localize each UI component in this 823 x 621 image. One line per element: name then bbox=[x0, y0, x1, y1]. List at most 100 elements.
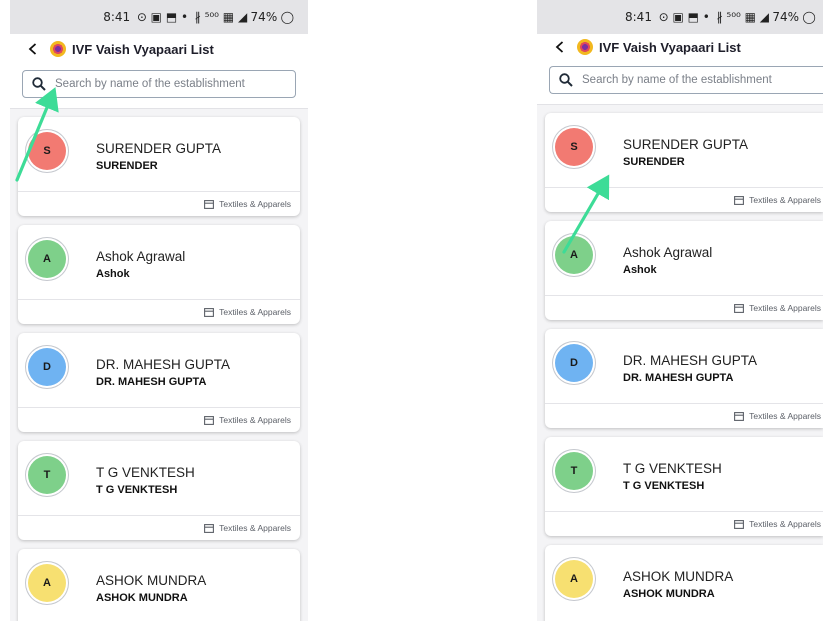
card-footer: Textiles & Apparels bbox=[545, 187, 823, 212]
owner-name: ASHOK MUNDRA bbox=[96, 592, 188, 604]
merchant-list: S SURENDER GUPTA SURENDER Textiles & App… bbox=[10, 109, 308, 621]
network-icons: ∦ ⁵⁰⁰ ▦ ◢ bbox=[716, 10, 770, 24]
search-icon bbox=[559, 73, 573, 87]
card-body: A Ashok Agrawal Ashok bbox=[545, 221, 823, 295]
category-label: Textiles & Apparels bbox=[749, 195, 821, 205]
merchant-list: S SURENDER GUPTA SURENDER Textiles & App… bbox=[537, 105, 823, 621]
avatar: S bbox=[555, 128, 593, 166]
merchant-name: T G VENKTESH bbox=[623, 461, 722, 476]
card-footer: Textiles & Apparels bbox=[545, 511, 823, 536]
merchant-name: ASHOK MUNDRA bbox=[96, 573, 207, 588]
owner-name: T G VENKTESH bbox=[96, 484, 178, 496]
phone-screen-left: 8:41 ⊙ ▣ ⬒ • ∦ ⁵⁰⁰ ▦ ◢ 74% ◯ IVF Vaish V… bbox=[10, 0, 308, 621]
owner-name: ASHOK MUNDRA bbox=[623, 588, 715, 600]
merchant-name: DR. MAHESH GUPTA bbox=[96, 357, 231, 372]
avatar: D bbox=[28, 348, 66, 386]
network-icons: ∦ ⁵⁰⁰ ▦ ◢ bbox=[194, 10, 248, 24]
avatar: A bbox=[28, 240, 66, 278]
merchant-card[interactable]: T T G VENKTESH T G VENKTESH Textiles & A… bbox=[18, 441, 300, 540]
merchant-card[interactable]: A ASHOK MUNDRA ASHOK MUNDRA bbox=[545, 545, 823, 621]
avatar-initial: S bbox=[570, 141, 578, 153]
card-body: A Ashok Agrawal Ashok bbox=[18, 225, 300, 299]
merchant-card[interactable]: S SURENDER GUPTA SURENDER Textiles & App… bbox=[545, 113, 823, 212]
back-arrow-icon[interactable] bbox=[22, 38, 44, 60]
merchant-card[interactable]: S SURENDER GUPTA SURENDER Textiles & App… bbox=[18, 117, 300, 216]
card-body: T T G VENKTESH T G VENKTESH bbox=[18, 441, 300, 515]
back-arrow-icon[interactable] bbox=[549, 36, 571, 58]
avatar: A bbox=[28, 564, 66, 602]
merchant-card[interactable]: T T G VENKTESH T G VENKTESH Textiles & A… bbox=[545, 437, 823, 536]
notification-icons: ⊙ ▣ ⬒ • bbox=[658, 10, 710, 24]
card-body: A ASHOK MUNDRA ASHOK MUNDRA bbox=[545, 545, 823, 619]
search-input[interactable] bbox=[55, 78, 295, 90]
avatar: S bbox=[28, 132, 66, 170]
page-title: IVF Vaish Vyapaari List bbox=[599, 39, 741, 55]
merchant-name: T G VENKTESH bbox=[96, 465, 195, 480]
owner-name: Ashok bbox=[623, 264, 657, 276]
status-time: 8:41 bbox=[625, 10, 652, 24]
status-bar: 8:41 ⊙ ▣ ⬒ • ∦ ⁵⁰⁰ ▦ ◢ 74% ◯ bbox=[10, 0, 308, 34]
search-container bbox=[537, 60, 823, 105]
avatar-initial: T bbox=[43, 469, 51, 481]
merchant-name: Ashok Agrawal bbox=[623, 245, 713, 260]
avatar-initial: T bbox=[570, 465, 578, 477]
card-body: A ASHOK MUNDRA ASHOK MUNDRA bbox=[18, 549, 300, 621]
merchant-name: SURENDER GUPTA bbox=[623, 137, 749, 152]
avatar: T bbox=[555, 452, 593, 490]
card-footer: Textiles & Apparels bbox=[18, 407, 300, 432]
category-label: Textiles & Apparels bbox=[219, 523, 291, 533]
merchant-name: DR. MAHESH GUPTA bbox=[623, 353, 758, 368]
owner-name: SURENDER bbox=[96, 160, 158, 172]
card-body: D DR. MAHESH GUPTA DR. MAHESH GUPTA bbox=[545, 329, 823, 403]
card-body: T T G VENKTESH T G VENKTESH bbox=[545, 437, 823, 511]
avatar-initial: D bbox=[43, 361, 51, 373]
merchant-card[interactable]: A Ashok Agrawal Ashok Textiles & Apparel… bbox=[18, 225, 300, 324]
card-body: S SURENDER GUPTA SURENDER bbox=[18, 117, 300, 191]
battery-icon: ◯ bbox=[280, 10, 294, 24]
avatar-initial: D bbox=[570, 357, 578, 369]
card-footer: Textiles & Apparels bbox=[545, 295, 823, 320]
store-icon bbox=[204, 307, 215, 317]
category-label: Textiles & Apparels bbox=[219, 199, 291, 209]
avatar: T bbox=[28, 456, 66, 494]
card-footer: Textiles & Apparels bbox=[545, 403, 823, 428]
battery-level: 74% bbox=[250, 10, 278, 24]
card-footer: Textiles & Apparels bbox=[18, 299, 300, 324]
search-field[interactable] bbox=[549, 66, 823, 94]
merchant-name: Ashok Agrawal bbox=[96, 249, 186, 264]
card-body: S SURENDER GUPTA SURENDER bbox=[545, 113, 823, 187]
status-time: 8:41 bbox=[103, 10, 131, 24]
owner-name: DR. MAHESH GUPTA bbox=[623, 372, 734, 384]
search-input[interactable] bbox=[582, 74, 823, 86]
merchant-name: ASHOK MUNDRA bbox=[623, 569, 734, 584]
owner-name: DR. MAHESH GUPTA bbox=[96, 376, 207, 388]
app-bar: IVF Vaish Vyapaari List bbox=[537, 34, 823, 60]
avatar-initial: S bbox=[43, 145, 51, 157]
category-label: Textiles & Apparels bbox=[749, 411, 821, 421]
card-body: D DR. MAHESH GUPTA DR. MAHESH GUPTA bbox=[18, 333, 300, 407]
search-field[interactable] bbox=[22, 70, 296, 98]
merchant-card[interactable]: D DR. MAHESH GUPTA DR. MAHESH GUPTA Text… bbox=[18, 333, 300, 432]
phone-screen-right: 8:41 ⊙ ▣ ⬒ • ∦ ⁵⁰⁰ ▦ ◢ 74% ◯ IVF Vaish V… bbox=[537, 0, 823, 621]
merchant-card[interactable]: A ASHOK MUNDRA ASHOK MUNDRA bbox=[18, 549, 300, 621]
category-label: Textiles & Apparels bbox=[219, 415, 291, 425]
merchant-card[interactable]: D DR. MAHESH GUPTA DR. MAHESH GUPTA Text… bbox=[545, 329, 823, 428]
notification-icons: ⊙ ▣ ⬒ • bbox=[136, 10, 189, 24]
merchant-name: SURENDER GUPTA bbox=[96, 141, 222, 156]
avatar-initial: A bbox=[43, 253, 51, 265]
app-bar: IVF Vaish Vyapaari List bbox=[10, 34, 308, 64]
lotus-logo-icon bbox=[50, 41, 66, 57]
avatar: A bbox=[555, 236, 593, 274]
store-icon bbox=[734, 411, 745, 421]
status-bar: 8:41 ⊙ ▣ ⬒ • ∦ ⁵⁰⁰ ▦ ◢ 74% ◯ bbox=[537, 0, 823, 34]
store-icon bbox=[204, 415, 215, 425]
merchant-card[interactable]: A Ashok Agrawal Ashok Textiles & Apparel… bbox=[545, 221, 823, 320]
avatar-initial: A bbox=[570, 573, 578, 585]
category-label: Textiles & Apparels bbox=[749, 519, 821, 529]
battery-level: 74% bbox=[772, 10, 800, 24]
battery-icon: ◯ bbox=[802, 10, 816, 24]
category-label: Textiles & Apparels bbox=[219, 307, 291, 317]
search-container bbox=[10, 64, 308, 109]
avatar-initial: A bbox=[43, 577, 51, 589]
lotus-logo-icon bbox=[577, 39, 593, 55]
